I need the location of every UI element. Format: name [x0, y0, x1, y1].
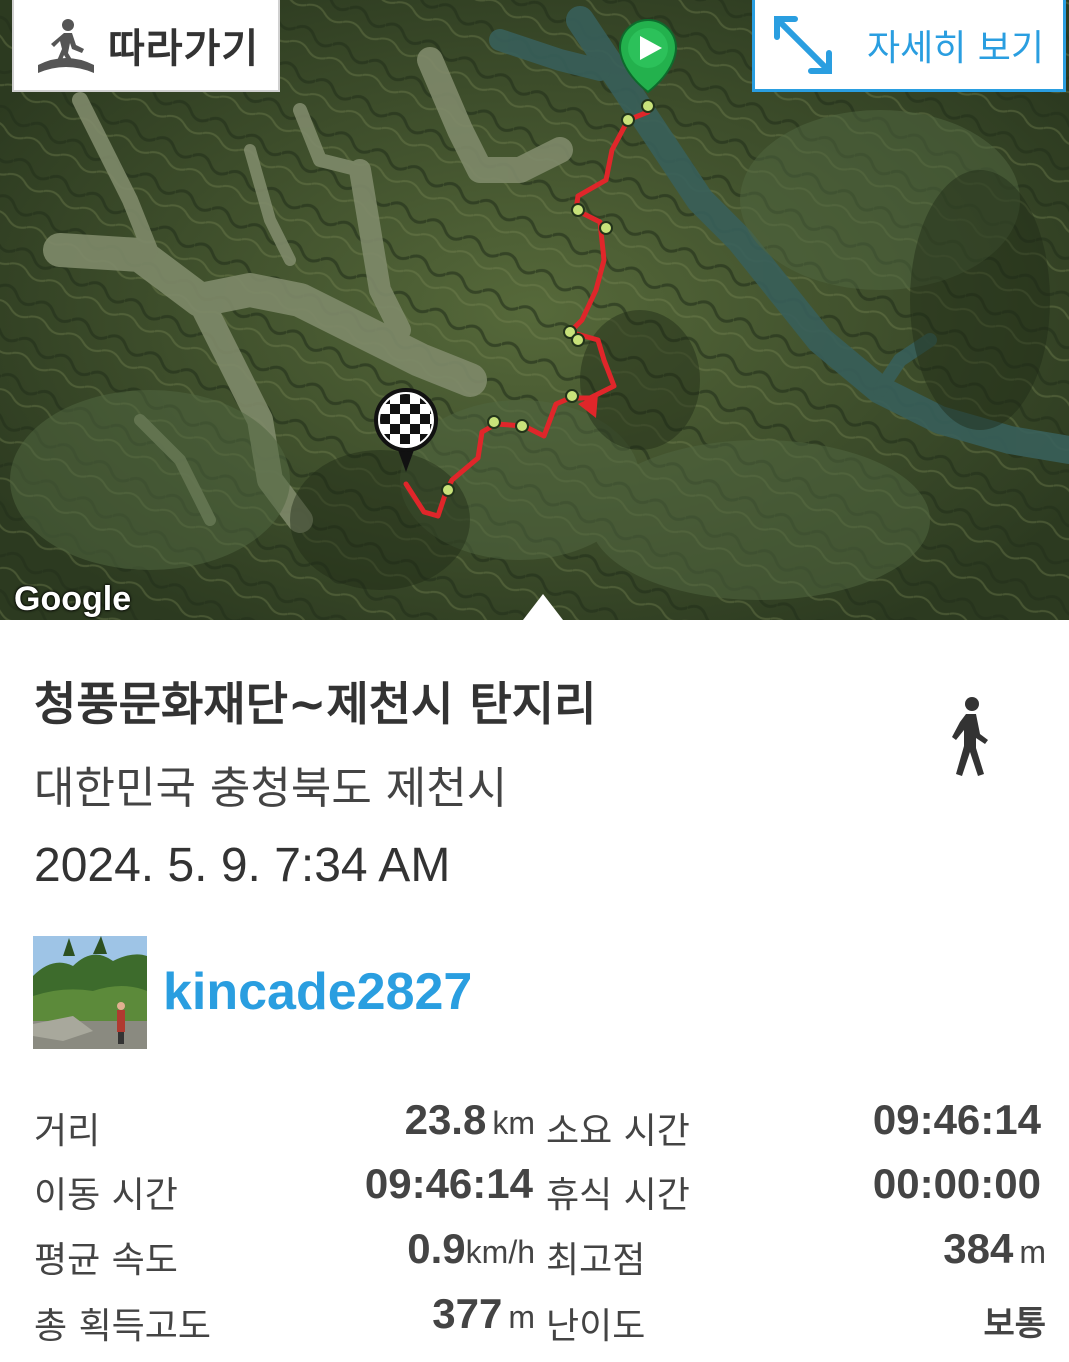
rest-time-label: 휴식 시간 — [546, 1175, 690, 1216]
total-ascent-value: 377 m — [330, 1290, 535, 1338]
duration-label: 소요 시간 — [546, 1111, 690, 1152]
distance-number: 23.8 — [404, 1096, 487, 1143]
avg-speed-label: 평균 속도 — [34, 1240, 178, 1281]
max-altitude-label: 최고점 — [546, 1240, 646, 1281]
expand-arrows-icon — [774, 15, 832, 74]
satellite-terrain — [0, 0, 1069, 620]
map-pointer — [523, 594, 563, 620]
total-ascent-unit: m — [508, 1299, 535, 1335]
walking-icon — [952, 697, 988, 776]
track-datetime: 2024. 5. 9. 7:34 AM — [34, 839, 451, 892]
difficulty-value: 보통 — [983, 1304, 1046, 1344]
moving-time-value: 09:46:14 — [364, 1160, 533, 1207]
max-altitude-number: 384 — [943, 1225, 1014, 1272]
view-details-label: 자세히 보기 — [867, 27, 1045, 69]
view-details-button[interactable]: 자세히 보기 — [752, 0, 1066, 92]
total-ascent-label: 총 획득고도 — [34, 1306, 212, 1347]
rest-time-value: 00:00:00 — [872, 1160, 1041, 1207]
difficulty-label: 난이도 — [546, 1306, 646, 1347]
duration-value: 09:46:14 — [872, 1096, 1041, 1143]
avatar[interactable] — [33, 936, 147, 1049]
max-altitude-value: 384 m — [820, 1225, 1046, 1273]
follow-button[interactable]: 따라가기 — [12, 0, 280, 92]
max-altitude-unit: m — [1019, 1234, 1046, 1270]
total-ascent-number: 377 — [432, 1290, 503, 1337]
track-address: 대한민국 충청북도 제천시 — [34, 763, 508, 814]
track-title: 청풍문화재단~제천시 탄지리 — [34, 677, 597, 731]
distance-unit: km — [492, 1105, 535, 1141]
avg-speed-number: 0.9 — [407, 1225, 466, 1272]
google-attribution: Google — [14, 580, 132, 618]
distance-value: 23.8 km — [330, 1096, 535, 1144]
distance-label: 거리 — [34, 1111, 101, 1152]
moving-time-label: 이동 시간 — [34, 1175, 178, 1216]
avg-speed-value: 0.9km/h — [330, 1225, 535, 1273]
hiker-icon — [38, 19, 94, 73]
avg-speed-unit: km/h — [465, 1234, 535, 1270]
map-view[interactable]: 따라가기 자세히 보기 Google — [0, 0, 1069, 620]
follow-label: 따라가기 — [108, 26, 260, 72]
username-link[interactable]: kincade2827 — [163, 962, 472, 1022]
